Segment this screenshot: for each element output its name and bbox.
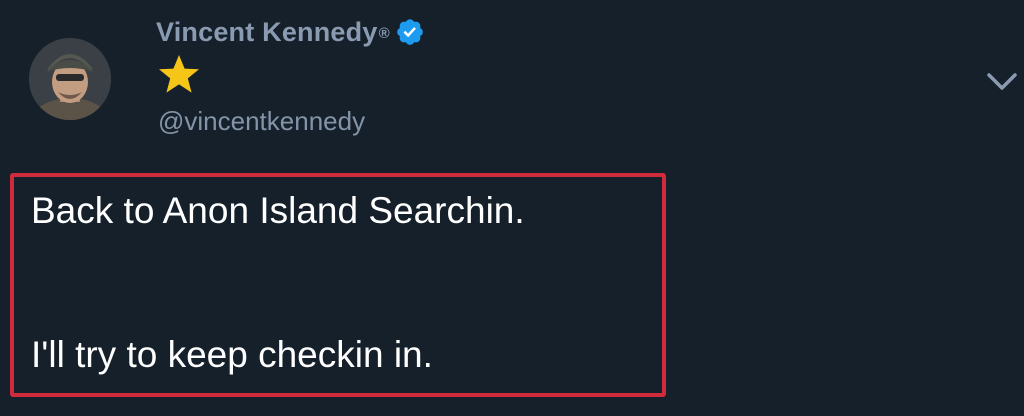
avatar-image [29,38,111,120]
chevron-down-icon[interactable] [984,68,1020,96]
registered-mark: ® [378,24,390,42]
display-name[interactable]: Vincent Kennedy [156,17,378,48]
star-icon [159,55,199,93]
avatar[interactable] [29,38,111,120]
display-name-row: Vincent Kennedy ® [156,14,425,50]
tweet-text-line: Back to Anon Island Searchin. [31,190,525,231]
handle[interactable]: @vincentkennedy [158,106,365,137]
verified-badge-icon [396,19,423,45]
tweet-text-line: I'll try to keep checkin in. [31,334,433,375]
